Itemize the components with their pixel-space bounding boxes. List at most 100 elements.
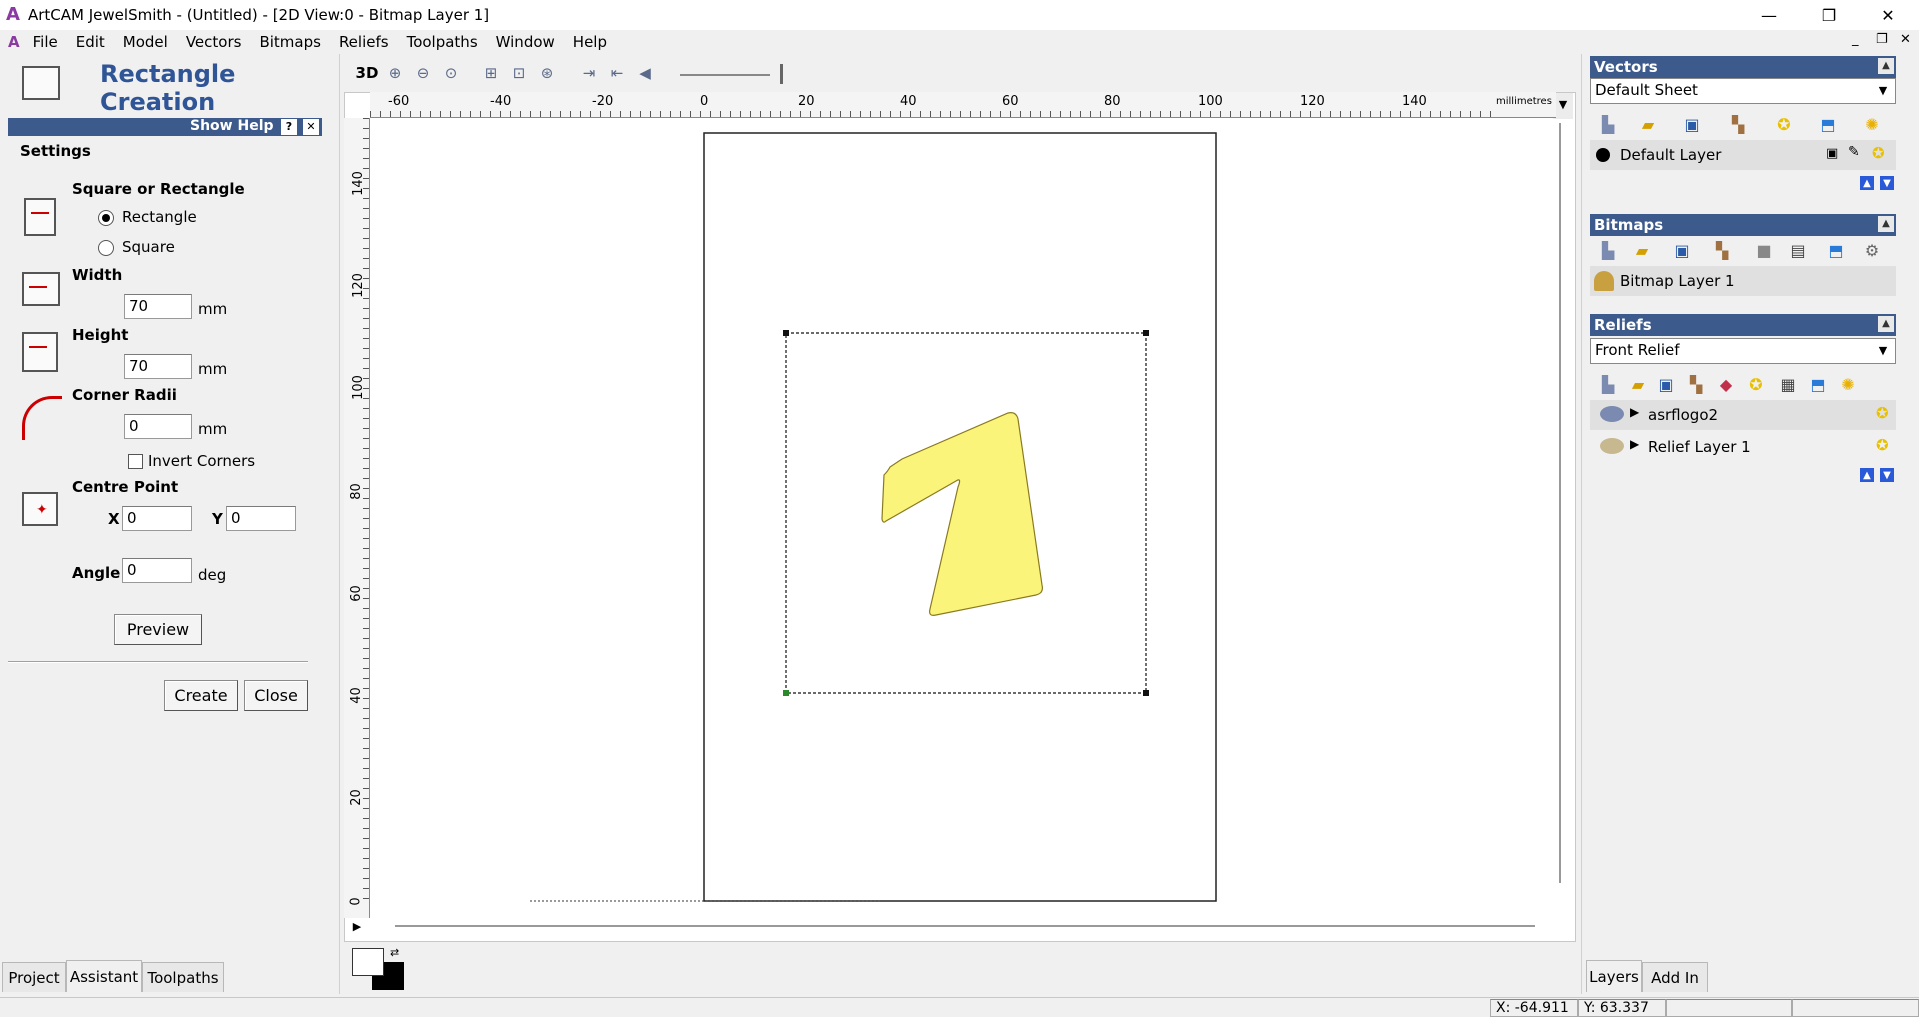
width-input[interactable]: 70 [124, 294, 192, 319]
angle-input[interactable]: 0 [122, 558, 192, 583]
bulb-icon[interactable]: ✪ [1774, 114, 1794, 134]
help-close-button[interactable]: ✕ [303, 119, 319, 135]
help-question-button[interactable]: ? [281, 119, 297, 135]
bitmap-grey-icon[interactable]: ■ [1754, 240, 1774, 260]
close-button[interactable]: ✕ [1859, 0, 1917, 30]
3d-view-button[interactable]: 3D [352, 60, 382, 86]
menu-file[interactable]: File [24, 33, 67, 51]
copy-layer-icon[interactable]: ▚ [1686, 374, 1706, 394]
tab-add-in[interactable]: Add In [1642, 962, 1708, 992]
minimize-button[interactable]: — [1740, 0, 1798, 30]
menu-toolpaths[interactable]: Toolpaths [398, 33, 487, 51]
scroll-right-button[interactable]: ▶ [345, 915, 369, 939]
v-scrollbar[interactable] [1559, 123, 1561, 883]
inner-restore-button[interactable]: ❐ [1876, 32, 1888, 47]
tab-assistant[interactable]: Assistant [66, 960, 142, 992]
inner-minimize-button[interactable]: _ [1852, 32, 1859, 47]
preview-button[interactable]: Preview [114, 614, 202, 645]
lightbulb-all-icon[interactable]: ✺ [1838, 374, 1858, 394]
visibility-bulb-icon[interactable]: ✪ [1876, 436, 1889, 454]
visibility-bulb-icon[interactable]: ✪ [1872, 144, 1885, 162]
bitmap-layer-row[interactable]: Bitmap Layer 1 [1590, 266, 1896, 296]
menu-reliefs[interactable]: Reliefs [330, 33, 398, 51]
move-down-icon[interactable]: ▼ [1880, 468, 1894, 482]
collapse-icon[interactable]: ▲ [1878, 316, 1894, 332]
toggle-shade-icon[interactable]: ◀ [632, 60, 658, 86]
relief-image-icon[interactable]: ▦ [1778, 374, 1798, 394]
pencil-icon[interactable]: ✎ [1848, 144, 1860, 160]
swap-colours-icon[interactable]: ⇄ [390, 946, 399, 959]
tab-toolpaths[interactable]: Toolpaths [142, 962, 224, 992]
square-radio[interactable] [98, 240, 114, 256]
relief-item-relief-layer-1[interactable]: ▶ Relief Layer 1 ✪ [1590, 432, 1896, 462]
open-folder-icon[interactable]: ▰ [1632, 240, 1652, 260]
menu-help[interactable]: Help [564, 33, 616, 51]
show-help-label[interactable]: Show Help [190, 118, 274, 134]
copy-layer-icon[interactable]: ▚ [1712, 240, 1732, 260]
save-icon[interactable]: ▣ [1682, 114, 1702, 134]
lock-icon[interactable]: ▣ [1826, 146, 1838, 161]
view-options-dropdown[interactable]: ▼ [1553, 93, 1573, 119]
expand-arrow-icon[interactable]: ▶ [1630, 405, 1639, 419]
restore-button[interactable]: ❐ [1800, 0, 1858, 30]
menu-window[interactable]: Window [487, 33, 564, 51]
menu-vectors[interactable]: Vectors [177, 33, 251, 51]
visibility-bulb-icon[interactable]: ✪ [1876, 404, 1889, 422]
open-folder-icon[interactable]: ▰ [1638, 114, 1658, 134]
view-slider-track[interactable] [680, 74, 770, 76]
selection-handle[interactable] [1143, 330, 1149, 336]
show-help-bar[interactable] [8, 118, 322, 136]
vectors-sheet-select[interactable]: Default Sheet ▼ [1590, 78, 1896, 104]
tab-layers[interactable]: Layers [1586, 960, 1642, 992]
collapse-icon[interactable]: ▲ [1878, 216, 1894, 232]
save-icon[interactable]: ▣ [1672, 240, 1692, 260]
close-panel-button[interactable]: Close [244, 680, 308, 711]
relief-select[interactable]: Front Relief ▼ [1590, 338, 1896, 364]
bulb-icon[interactable]: ✪ [1746, 374, 1766, 394]
delete-icon[interactable]: ⬒ [1818, 114, 1838, 134]
zoom-out-icon[interactable]: ⊖ [410, 60, 436, 86]
invert-corners-label[interactable]: Invert Corners [148, 452, 255, 470]
zoom-box-icon[interactable]: ⊞ [478, 60, 504, 86]
expand-arrow-icon[interactable]: ▶ [1630, 437, 1639, 451]
centre-y-input[interactable]: 0 [226, 506, 296, 531]
move-down-icon[interactable]: ▼ [1880, 176, 1894, 190]
copy-layer-icon[interactable]: ▚ [1728, 114, 1748, 134]
toggle-grayscale-icon[interactable]: ⇤ [604, 60, 630, 86]
rectangle-radio[interactable] [98, 210, 114, 226]
create-button[interactable]: Create [164, 680, 238, 711]
view-slider-handle[interactable] [780, 64, 783, 84]
chevron-down-icon[interactable]: ▼ [1873, 81, 1893, 101]
open-folder-icon[interactable]: ▰ [1628, 374, 1648, 394]
zoom-previous-icon[interactable]: ⊙ [438, 60, 464, 86]
move-up-icon[interactable]: ▲ [1860, 176, 1874, 190]
bitmap-image-icon[interactable]: ▤ [1788, 240, 1808, 260]
selection-handle-origin[interactable] [783, 690, 789, 696]
default-layer-row[interactable]: Default Layer ▣ ✎ ✪ [1590, 140, 1896, 170]
collapse-icon[interactable]: ▲ [1878, 58, 1894, 74]
primary-colour-swatch[interactable] [352, 948, 384, 976]
relief-item-asrflogo2[interactable]: ▶ asrflogo2 ✪ [1590, 400, 1896, 430]
rectangle-radio-label[interactable]: Rectangle [122, 208, 197, 226]
move-up-icon[interactable]: ▲ [1860, 468, 1874, 482]
new-relief-icon[interactable]: ▙ [1598, 374, 1618, 394]
new-layer-icon[interactable]: ▙ [1598, 114, 1618, 134]
menu-bitmaps[interactable]: Bitmaps [250, 33, 329, 51]
h-scrollbar[interactable] [395, 925, 1535, 927]
invert-corners-checkbox[interactable] [128, 454, 143, 469]
square-radio-label[interactable]: Square [122, 238, 175, 256]
save-icon[interactable]: ▣ [1656, 374, 1676, 394]
bitmap-settings-icon[interactable]: ⚙ [1862, 240, 1882, 260]
merge-relief-icon[interactable]: ◆ [1716, 374, 1736, 394]
delete-icon[interactable]: ⬒ [1826, 240, 1846, 260]
menu-model[interactable]: Model [114, 33, 177, 51]
drawing-canvas[interactable] [370, 119, 1556, 909]
zoom-in-icon[interactable]: ⊕ [382, 60, 408, 86]
height-input[interactable]: 70 [124, 354, 192, 379]
tab-project[interactable]: Project [2, 962, 66, 992]
selection-handle[interactable] [783, 330, 789, 336]
zoom-all-icon[interactable]: ⊡ [506, 60, 532, 86]
lightbulb-all-icon[interactable]: ✺ [1862, 114, 1882, 134]
chevron-down-icon[interactable]: ▼ [1873, 341, 1893, 361]
delete-icon[interactable]: ⬒ [1808, 374, 1828, 394]
